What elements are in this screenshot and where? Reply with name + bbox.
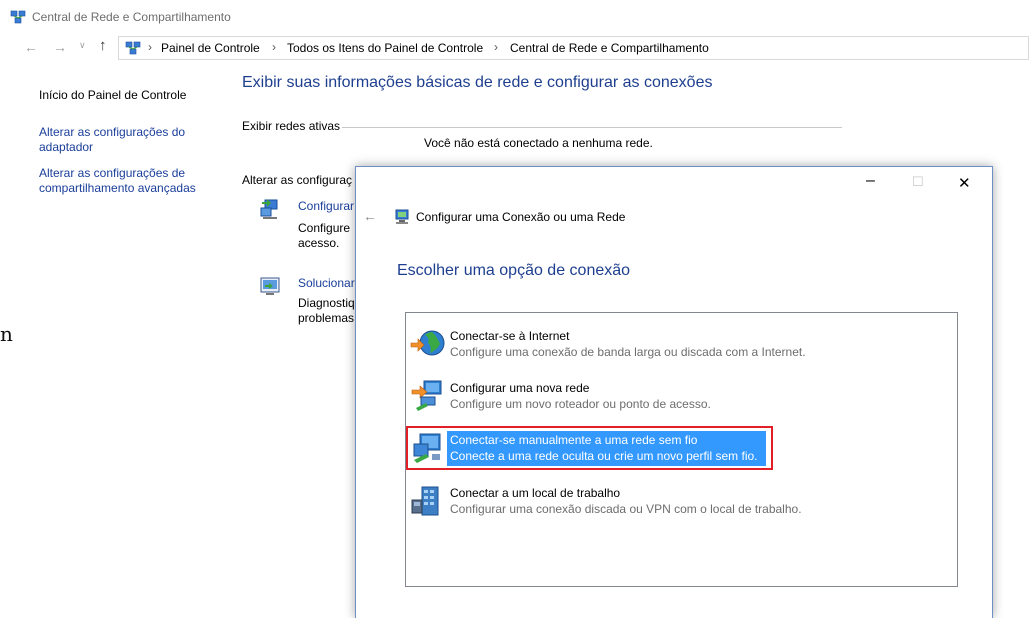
breadcrumb-all-items[interactable]: Todos os Itens do Painel de Controle: [287, 41, 483, 55]
workplace-icon: [411, 486, 439, 516]
change-settings-label: Alterar as configuraç: [242, 173, 353, 187]
maximize-icon[interactable]: ☐: [912, 174, 924, 190]
page-title: Exibir suas informações básicas de rede …: [242, 74, 713, 91]
wizard-title: Configurar uma Conexão ou uma Rede: [416, 210, 626, 224]
breadcrumb-separator: ›: [272, 40, 276, 54]
breadcrumb-control-panel[interactable]: Painel de Controle: [161, 41, 260, 55]
window-title: Central de Rede e Compartilhamento: [32, 10, 231, 24]
stray-text: n: [0, 322, 13, 346]
task-description: acesso.: [298, 236, 340, 250]
breadcrumb-separator: ›: [148, 40, 152, 54]
globe-icon: [410, 330, 445, 356]
option-description[interactable]: Configure uma conexão de banda larga ou …: [450, 345, 806, 359]
highlight-frame: [406, 426, 773, 470]
breadcrumb-separator: ›: [494, 40, 498, 54]
section-divider: [342, 127, 842, 128]
back-arrow-icon[interactable]: ←: [363, 208, 377, 224]
minimize-icon[interactable]: –: [866, 172, 875, 190]
sidebar-item-label: Início do Painel de Controle: [39, 88, 187, 102]
option-title[interactable]: Configurar uma nova rede: [450, 381, 589, 395]
network-center-icon: [10, 10, 26, 24]
up-arrow-icon[interactable]: ↑: [99, 37, 107, 54]
close-icon[interactable]: ✕: [958, 174, 971, 192]
task-description: Diagnostiq: [298, 296, 355, 310]
troubleshoot-icon: [260, 277, 280, 295]
router-icon: [411, 380, 442, 411]
sidebar-item-home[interactable]: Início do Painel de Controle: [39, 88, 186, 103]
new-connection-icon: [260, 199, 278, 219]
sidebar-item-label: adaptador: [39, 140, 94, 154]
chevron-down-icon[interactable]: ∨: [79, 40, 86, 51]
active-networks-label: Exibir redes ativas: [242, 119, 341, 133]
option-description[interactable]: Configurar uma conexão discada ou VPN co…: [450, 502, 802, 516]
breadcrumb-network-center[interactable]: Central de Rede e Compartilhamento: [510, 41, 709, 55]
task-description: problemas: [298, 311, 355, 325]
sidebar-item-label: compartilhamento avançadas: [39, 181, 196, 195]
task-description: Configure: [298, 221, 351, 235]
troubleshoot-link[interactable]: Solucionar: [298, 276, 356, 290]
sidebar-item-label: Alterar as configurações de: [39, 166, 186, 180]
sidebar-item-adapter-settings[interactable]: Alterar as configurações do adaptador: [39, 125, 185, 155]
sidebar-item-label: Alterar as configurações do: [39, 125, 186, 139]
control-panel-icon: [125, 41, 141, 55]
connection-status: Você não está conectado a nenhuma rede.: [424, 136, 653, 150]
option-description[interactable]: Configure um novo roteador ou ponto de a…: [450, 397, 711, 411]
setup-connection-link[interactable]: Configurar: [298, 199, 356, 213]
network-setup-icon: [395, 209, 409, 224]
forward-arrow-icon[interactable]: →: [53, 39, 67, 55]
wizard-heading: Escolher uma opção de conexão: [397, 262, 631, 279]
sidebar-item-advanced-sharing[interactable]: Alterar as configurações de compartilham…: [39, 166, 196, 196]
back-arrow-icon[interactable]: ←: [24, 39, 38, 55]
option-title[interactable]: Conectar a um local de trabalho: [450, 486, 620, 500]
option-title[interactable]: Conectar-se à Internet: [450, 329, 569, 343]
